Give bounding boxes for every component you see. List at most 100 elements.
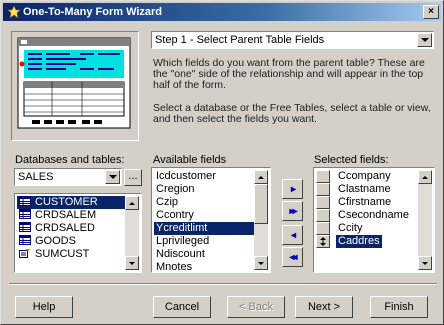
next-button[interactable]: Next > (295, 296, 353, 318)
databases-label: Databases and tables: (15, 154, 125, 166)
remove-all-button[interactable]: ◂◂ (282, 247, 303, 267)
selected-field-item[interactable]: Ccompany (316, 170, 418, 183)
cancel-button-label: Cancel (164, 301, 200, 313)
add-button[interactable]: ▸ (282, 179, 303, 199)
reorder-handle-icon[interactable] (316, 222, 330, 235)
table-list-item-label: CUSTOMER (35, 196, 98, 208)
selected-field-label: Cfirstname (338, 196, 392, 208)
table-list-item[interactable]: CUSTOMER (17, 196, 125, 209)
form-layout-illustration (12, 32, 138, 140)
scroll-down-button[interactable] (125, 256, 139, 270)
table-list-item[interactable]: CRDSALED (17, 222, 125, 235)
arrow-down-icon (422, 261, 428, 265)
step-select-value: Step 1 - Select Parent Table Fields (155, 34, 325, 46)
selected-fields-label: Selected fields: (314, 154, 389, 166)
table-list-item[interactable]: SUMCUST (17, 248, 125, 261)
chevron-down-icon (420, 38, 429, 42)
add-all-arrow-icon: ▸▸ (289, 205, 297, 217)
reorder-handle-icon[interactable] (316, 170, 330, 183)
selected-field-item[interactable]: Clastname (316, 183, 418, 196)
wizard-window: One-To-Many Form Wizard × Step 1 - Selec… (0, 0, 444, 325)
selected-scrollbar[interactable] (418, 170, 432, 270)
step-dropdown-button[interactable] (417, 33, 432, 47)
instructions-paragraph-1: Which fields do you want from the parent… (153, 57, 425, 91)
remove-button[interactable]: ◂ (282, 225, 303, 245)
table-list-item-label: CRDSALEM (35, 209, 97, 221)
window-title: One-To-Many Form Wizard (23, 6, 163, 18)
available-fields-label: Available fields (153, 154, 227, 166)
scroll-thumb[interactable] (254, 184, 268, 224)
back-button-label: < Back (239, 301, 273, 313)
selected-field-label: Csecondname (338, 209, 409, 221)
database-dropdown-button[interactable] (105, 170, 120, 184)
available-field-item[interactable]: Cregion (154, 183, 254, 196)
wizard-wand-icon (7, 5, 21, 19)
add-all-button[interactable]: ▸▸ (282, 201, 303, 221)
selected-field-item[interactable]: Caddres (316, 235, 418, 248)
reorder-handle-icon[interactable] (316, 209, 330, 222)
close-button[interactable]: × (423, 5, 439, 19)
title-bar[interactable]: One-To-Many Form Wizard × (3, 3, 441, 21)
reorder-handle-icon[interactable] (316, 183, 330, 196)
finish-button-label: Finish (384, 301, 414, 313)
reorder-handle-icon[interactable] (316, 235, 330, 248)
table-list-item[interactable]: GOODS (17, 235, 125, 248)
tables-list[interactable]: CUSTOMER CRDSALEM CRDSALED GOODS SUMCUST (14, 193, 142, 273)
arrow-up-icon (422, 175, 428, 179)
selected-field-item[interactable]: Cfirstname (316, 196, 418, 209)
available-field-item[interactable]: Lprivileged (154, 235, 254, 248)
back-button[interactable]: < Back (227, 296, 285, 318)
button-separator (9, 283, 437, 285)
table-icon (19, 209, 31, 219)
arrow-down-icon (258, 261, 264, 265)
form-preview-image (11, 31, 139, 141)
available-field-item[interactable]: Mnotes (154, 261, 254, 272)
remove-arrow-icon: ◂ (290, 229, 296, 241)
scroll-down-button[interactable] (254, 256, 268, 270)
table-icon (19, 235, 31, 245)
available-field-item[interactable]: Ycreditlimt (154, 222, 254, 235)
arrow-up-icon (129, 201, 135, 205)
tables-scrollbar[interactable] (125, 196, 139, 270)
table-list-item-label: CRDSALED (35, 222, 95, 234)
add-arrow-icon: ▸ (290, 183, 296, 195)
table-list-item-label: SUMCUST (35, 248, 90, 260)
help-button[interactable]: Help (15, 296, 73, 318)
instructions-paragraph-2: Select a database or the Free Tables, se… (153, 102, 431, 125)
available-field-item[interactable]: Ndiscount (154, 248, 254, 261)
scroll-down-button[interactable] (418, 256, 432, 270)
available-field-item[interactable]: Czip (154, 196, 254, 209)
cancel-button[interactable]: Cancel (153, 296, 211, 318)
scroll-up-button[interactable] (125, 196, 139, 210)
step-select[interactable]: Step 1 - Select Parent Table Fields (151, 31, 434, 49)
table-icon (19, 222, 31, 232)
close-icon: × (428, 6, 434, 17)
selected-field-label: Ccompany (338, 170, 391, 182)
help-button-label: Help (32, 301, 56, 313)
arrow-up-icon (258, 175, 264, 179)
selected-fields-list[interactable]: Ccompany Clastname Cfirstname Csecondname Cc… (313, 167, 435, 273)
browse-database-button[interactable]: ... (124, 169, 142, 186)
table-icon (19, 196, 31, 206)
remove-all-arrow-icon: ◂◂ (289, 251, 297, 263)
table-list-item-label: GOODS (35, 235, 76, 247)
view-icon (19, 248, 31, 258)
chevron-down-icon (108, 175, 117, 179)
database-select[interactable]: SALES (14, 168, 122, 186)
scroll-up-button[interactable] (254, 170, 268, 184)
reorder-handle-icon[interactable] (316, 196, 330, 209)
available-field-item[interactable]: Icdcustomer (154, 170, 254, 183)
scroll-up-button[interactable] (418, 170, 432, 184)
table-list-item[interactable]: CRDSALEM (17, 209, 125, 222)
selected-field-item[interactable]: Csecondname (316, 209, 418, 222)
available-scrollbar[interactable] (254, 170, 268, 270)
finish-button[interactable]: Finish (370, 296, 428, 318)
available-fields-list[interactable]: Icdcustomer Cregion Czip Ccontry Ycreditlimt… (151, 167, 271, 273)
database-select-value: SALES (18, 171, 54, 183)
arrow-down-icon (129, 261, 135, 265)
selected-field-label: Ccity (338, 222, 363, 234)
available-field-item[interactable]: Ccontry (154, 209, 254, 222)
next-button-label: Next > (307, 301, 341, 313)
selected-field-label: Caddres (336, 235, 382, 248)
selected-field-item[interactable]: Ccity (316, 222, 418, 235)
